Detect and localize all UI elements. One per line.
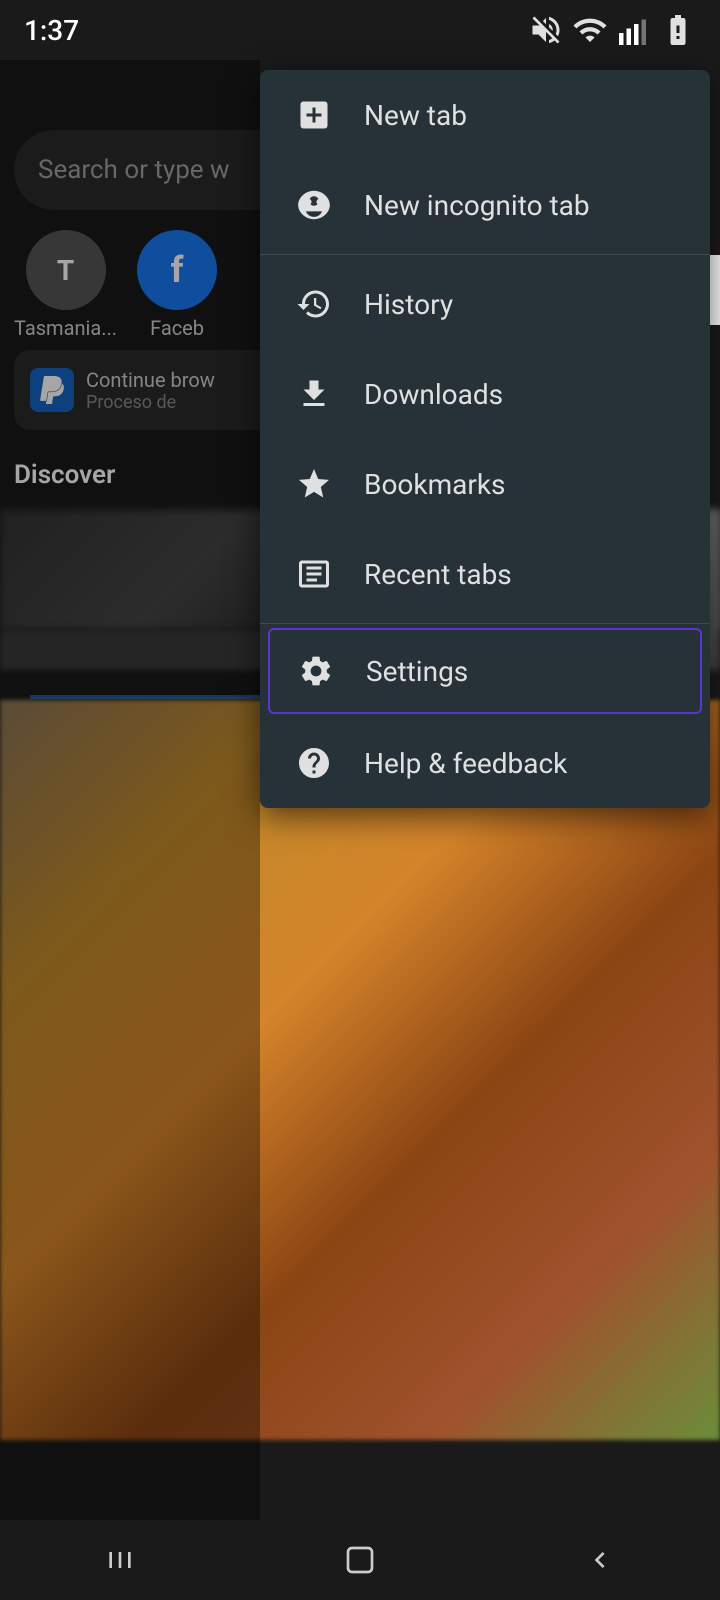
back-button[interactable] (570, 1530, 630, 1590)
new-tab-label: New tab (364, 99, 467, 132)
downloads-label: Downloads (364, 378, 503, 411)
downloads-icon (292, 372, 336, 416)
menu-divider-1 (260, 254, 710, 255)
mute-icon (528, 12, 564, 48)
menu-item-new-tab[interactable]: New tab (260, 70, 710, 160)
history-icon (292, 282, 336, 326)
history-label: History (364, 288, 453, 321)
wifi-icon (572, 12, 608, 48)
status-time: 1:37 (24, 14, 79, 47)
menu-divider-2 (260, 623, 710, 624)
recent-tabs-label: Recent tabs (364, 558, 512, 591)
status-icons (528, 12, 696, 48)
menu-item-help-feedback[interactable]: Help & feedback (260, 718, 710, 808)
menu-item-history[interactable]: History (260, 259, 710, 349)
bookmarks-label: Bookmarks (364, 468, 506, 501)
home-button[interactable] (330, 1530, 390, 1590)
recent-tabs-icon (292, 552, 336, 596)
recents-button[interactable] (90, 1530, 150, 1590)
battery-icon (660, 12, 696, 48)
help-icon (292, 741, 336, 785)
help-feedback-label: Help & feedback (364, 747, 567, 780)
settings-label: Settings (366, 655, 468, 688)
new-tab-icon (292, 93, 336, 137)
dim-overlay (0, 60, 260, 1520)
status-bar: 1:37 (0, 0, 720, 60)
menu-item-new-incognito-tab[interactable]: New incognito tab (260, 160, 710, 250)
nav-bar (0, 1520, 720, 1600)
bookmarks-icon (292, 462, 336, 506)
menu-item-bookmarks[interactable]: Bookmarks (260, 439, 710, 529)
menu-item-recent-tabs[interactable]: Recent tabs (260, 529, 710, 619)
menu-item-downloads[interactable]: Downloads (260, 349, 710, 439)
settings-icon (294, 649, 338, 693)
dropdown-menu: New tab New incognito tab History (260, 70, 710, 808)
incognito-icon (292, 183, 336, 227)
menu-item-settings[interactable]: Settings (268, 628, 702, 714)
new-incognito-tab-label: New incognito tab (364, 189, 590, 222)
signal-icon (616, 12, 652, 48)
